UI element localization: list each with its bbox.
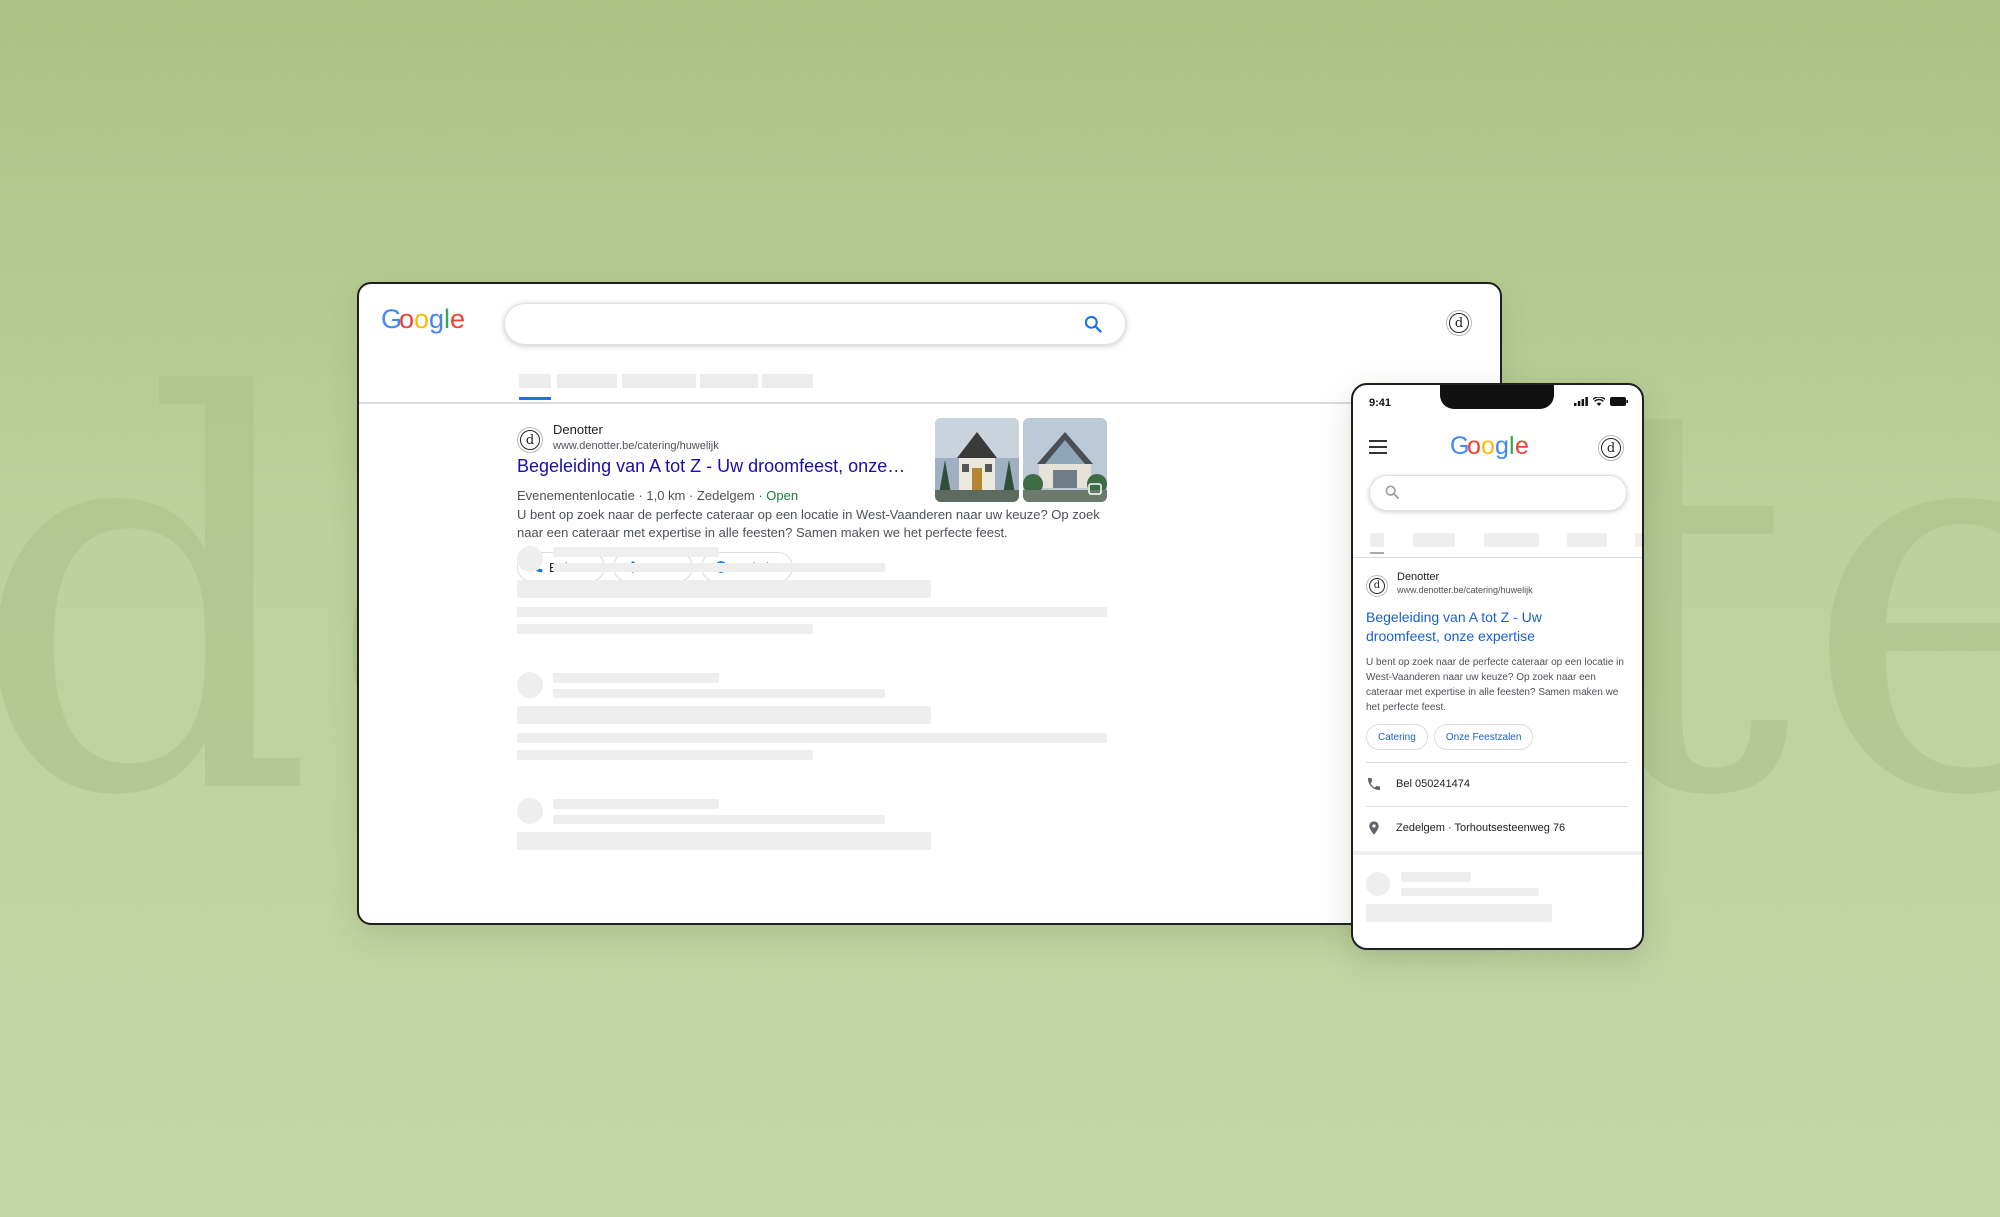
header-divider [359, 402, 1500, 404]
result-photo-exterior[interactable] [935, 418, 1019, 502]
call-row[interactable]: Bel 050241474 [1366, 763, 1628, 805]
placeholder-line [517, 624, 813, 634]
mobile-phone-frame: 9:41 G o o g l e d d Denotter www.denott… [1351, 383, 1644, 950]
placeholder-line [517, 750, 813, 760]
placeholder-line [517, 706, 931, 724]
tab-placeholder[interactable] [1635, 533, 1642, 547]
tab-placeholder[interactable] [1567, 533, 1607, 547]
placeholder-line [1366, 904, 1552, 922]
result-snippet: U bent op zoek naar de perfecte cateraar… [517, 507, 1100, 540]
svg-text:g: g [429, 304, 444, 334]
open-status: Open [766, 488, 799, 503]
placeholder-favicon [517, 672, 543, 698]
address-row[interactable]: Zedelgem · Torhoutsesteenweg 76 [1366, 807, 1628, 849]
tab-placeholder[interactable] [700, 374, 758, 388]
placeholder-line [517, 607, 1107, 617]
placeholder-favicon [517, 546, 543, 572]
tab-placeholder[interactable] [1484, 533, 1539, 547]
address-row-label: Zedelgem · Torhoutsesteenweg 76 [1396, 822, 1566, 834]
placeholder-line [517, 733, 1107, 743]
call-row-label: Bel 050241474 [1396, 778, 1471, 790]
account-avatar[interactable]: d [1598, 435, 1624, 461]
search-icon [1385, 485, 1399, 499]
search-input[interactable] [504, 303, 1126, 345]
result-snippet: U bent op zoek naar de perfecte cateraar… [1366, 657, 1624, 713]
account-avatar[interactable]: d [1446, 310, 1472, 336]
placeholder-line [553, 563, 885, 572]
chip-onze-feestzalen[interactable]: Onze Feestzalen [1433, 724, 1534, 750]
active-tab-indicator [519, 397, 551, 400]
placeholder-line [553, 547, 719, 557]
result-title-link[interactable]: Begeleiding van A tot Z - Uw droomfeest,… [517, 456, 927, 477]
result-url[interactable]: www.denotter.be/catering/huwelijk [1397, 585, 1533, 595]
phone-icon [1368, 778, 1380, 790]
svg-text:o: o [1467, 432, 1481, 460]
svg-text:e: e [450, 304, 465, 334]
placeholder-line [1401, 872, 1471, 882]
google-logo: G o o g l e [1450, 431, 1534, 466]
svg-text:g: g [1495, 432, 1509, 460]
tab-placeholder[interactable] [1413, 533, 1455, 547]
result-title-link[interactable]: Begeleiding van A tot Z - Uw droomfeest,… [1366, 608, 1616, 646]
result-site-name[interactable]: Denotter [553, 422, 603, 437]
wifi-icon [1593, 397, 1605, 406]
mobile-search-input[interactable] [1369, 475, 1627, 511]
placeholder-line [553, 815, 885, 824]
tab-placeholder[interactable] [762, 374, 813, 388]
tab-placeholder[interactable] [1370, 533, 1384, 547]
result-meta-info: Evenementenlocatie · 1,0 km · Zedelgem · [517, 488, 767, 503]
svg-text:e: e [1515, 432, 1529, 460]
search-icon[interactable] [1083, 314, 1103, 334]
phone-notch [1440, 385, 1554, 409]
svg-text:o: o [1481, 432, 1495, 460]
placeholder-line [553, 799, 719, 809]
site-favicon: d [1366, 575, 1388, 597]
battery-icon [1610, 397, 1628, 406]
result-meta: Evenementenlocatie · 1,0 km · Zedelgem ·… [517, 488, 798, 503]
tab-placeholder[interactable] [519, 374, 551, 388]
chip-catering[interactable]: Catering [1366, 724, 1428, 750]
status-icons [1574, 397, 1628, 406]
placeholder-line [517, 580, 931, 598]
header-divider [1353, 557, 1642, 558]
site-favicon: d [517, 427, 543, 453]
placeholder-favicon [1366, 872, 1390, 896]
svg-text:o: o [414, 304, 429, 334]
result-photo-venue[interactable] [1023, 418, 1107, 502]
desktop-browser-window: G o o g l e d d Denotter www.denotter.be… [357, 282, 1502, 925]
google-logo: G o o g l e [381, 304, 465, 339]
divider [1353, 851, 1642, 855]
placeholder-line [1401, 888, 1539, 896]
sitelink-chips: Catering Onze Feestzalen [1366, 724, 1534, 750]
status-time: 9:41 [1369, 397, 1392, 409]
active-tab-indicator [1370, 552, 1384, 554]
placeholder-line [553, 673, 719, 683]
signal-icon [1574, 397, 1588, 406]
svg-text:l: l [1509, 432, 1515, 460]
location-pin-icon [1369, 821, 1379, 835]
placeholder-favicon [517, 798, 543, 824]
result-site-name[interactable]: Denotter [1397, 571, 1439, 583]
tab-placeholder[interactable] [557, 374, 617, 388]
placeholder-line [553, 689, 885, 698]
tab-placeholder[interactable] [622, 374, 696, 388]
hamburger-menu-icon[interactable] [1369, 440, 1387, 458]
svg-text:o: o [399, 304, 414, 334]
result-url[interactable]: www.denotter.be/catering/huwelijk [553, 440, 719, 452]
placeholder-line [517, 832, 931, 850]
